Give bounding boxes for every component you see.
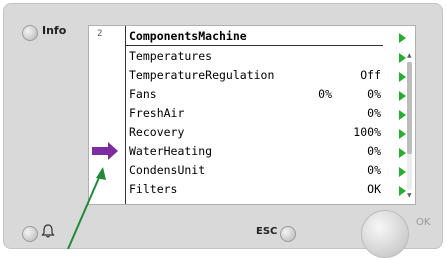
green-arrow-icon [96, 167, 106, 180]
green-arrow-shaft [67, 172, 102, 249]
purple-arrow-icon [92, 142, 118, 160]
annotation-arrows [67, 142, 118, 249]
